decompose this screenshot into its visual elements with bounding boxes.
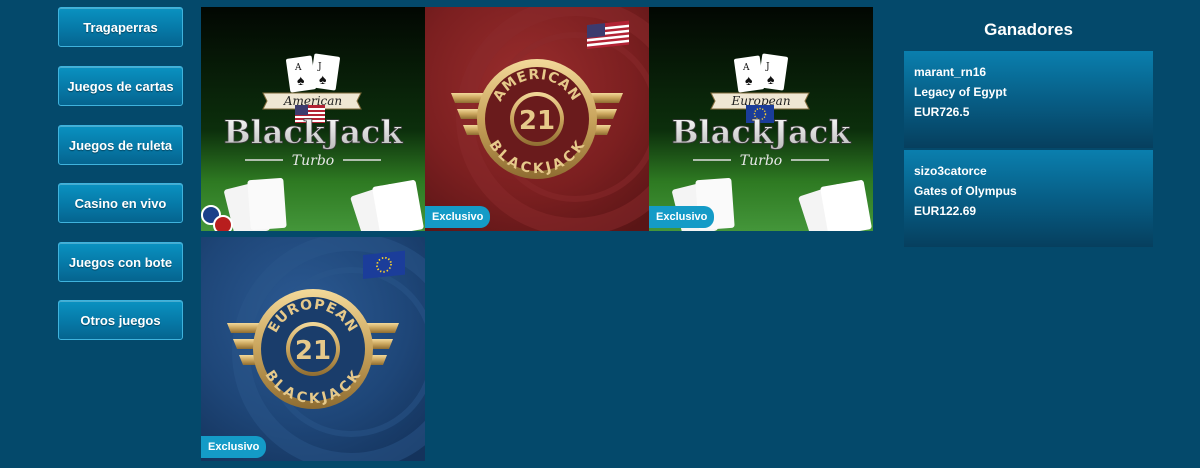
game-thumbnail: EUROPEAN BLACKJACK 21 — [201, 237, 425, 461]
category-casino-en-vivo-button[interactable]: Casino en vivo — [58, 183, 183, 223]
winner-username: marant_rn16 — [914, 65, 987, 79]
winner-amount: EUR122.69 — [914, 204, 977, 218]
game-tile-european-21-blackjack[interactable]: EUROPEAN BLACKJACK 21 Exclusivo — [201, 237, 425, 461]
category-juegos-con-bote-button[interactable]: Juegos con bote — [58, 242, 183, 282]
game-thumbnail: A J ♠ ♠ European BlackJack Turbo — [649, 7, 873, 231]
logo-word-sub: Turbo — [740, 153, 782, 169]
usa-flag-icon — [587, 20, 629, 49]
category-juegos-de-cartas-button[interactable]: Juegos de cartas — [58, 66, 183, 106]
game-tile-american-21-blackjack[interactable]: AMERICAN BLACKJACK 21 Exclusivo — [425, 7, 649, 231]
category-otros-juegos-button[interactable]: Otros juegos — [58, 300, 183, 340]
game-thumbnail: AMERICAN BLACKJACK 21 — [425, 7, 649, 231]
winners-title: Ganadores — [984, 20, 1073, 39]
winner-game: Legacy of Egypt — [914, 85, 1007, 99]
eu-flag-icon — [363, 250, 405, 279]
category-juegos-de-ruleta-button[interactable]: Juegos de ruleta — [58, 125, 183, 165]
winner-username: sizo3catorce — [914, 164, 987, 178]
category-tragaperras-button[interactable]: Tragaperras — [58, 7, 183, 47]
logo-word-sub: Turbo — [292, 153, 334, 169]
svg-text:♠: ♠ — [297, 72, 305, 88]
exclusive-badge: Exclusivo — [201, 436, 267, 458]
game-tile-european-blackjack-turbo[interactable]: A J ♠ ♠ European BlackJack Turbo Exclusi… — [649, 7, 873, 231]
exclusive-badge: Exclusivo — [649, 206, 715, 228]
winner-card[interactable]: marant_rn16 Legacy of Egypt EUR726.5 — [904, 51, 1153, 148]
winner-amount: EUR726.5 — [914, 105, 970, 119]
svg-text:♠: ♠ — [319, 71, 327, 87]
svg-text:♠: ♠ — [767, 71, 775, 87]
winner-card[interactable]: sizo3catorce Gates of Olympus EUR122.69 — [904, 150, 1153, 247]
game-tile-american-blackjack-turbo[interactable]: A J ♠ ♠ American BlackJack Turbo — [201, 7, 425, 231]
logo-word-main: BlackJack — [223, 113, 403, 151]
logo-word-main: BlackJack — [671, 113, 851, 151]
exclusive-badge: Exclusivo — [425, 206, 491, 228]
game-number: 21 — [295, 336, 331, 366]
game-number: 21 — [519, 106, 555, 136]
winner-game: Gates of Olympus — [914, 184, 1017, 198]
svg-text:♠: ♠ — [745, 72, 753, 88]
game-thumbnail: A J ♠ ♠ American BlackJack Turbo — [201, 7, 425, 231]
